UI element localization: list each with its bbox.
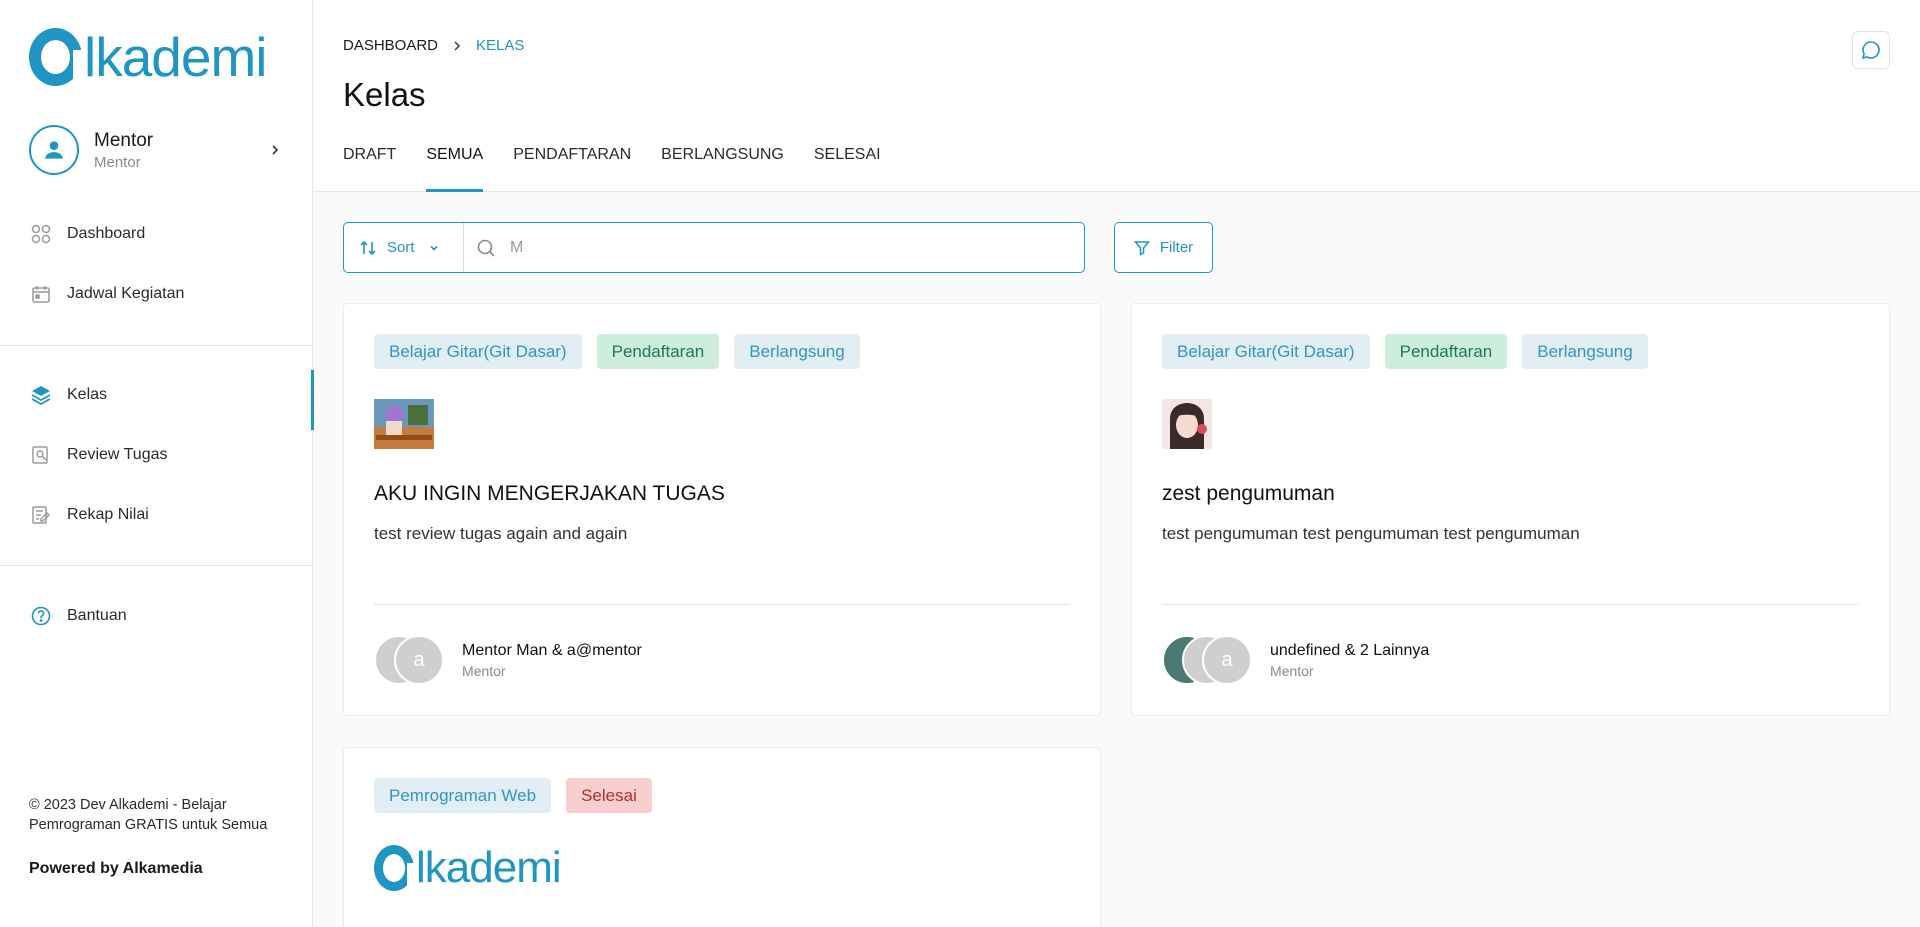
filter-button[interactable]: Filter [1114, 222, 1213, 273]
card-divider [1162, 604, 1859, 605]
sort-button[interactable]: Sort [344, 223, 464, 272]
sidebar-item-review-tugas[interactable]: Review Tugas [0, 435, 313, 475]
sidebar-item-rekap-nilai[interactable]: Rekap Nilai [0, 495, 313, 535]
calendar-icon [30, 283, 52, 305]
sidebar-divider [0, 565, 313, 566]
tab-berlangsung[interactable]: BERLANGSUNG [661, 146, 784, 192]
edit-note-icon [30, 504, 52, 526]
search-sort-group: Sort [343, 222, 1085, 273]
sidebar-divider [0, 345, 313, 346]
class-description: test review tugas again and again [374, 524, 628, 543]
tag-status: Berlangsung [1522, 334, 1648, 369]
sidebar-item-label: Rekap Nilai [67, 506, 149, 523]
class-thumbnail-logo: lkademi [374, 843, 562, 892]
mentor-names: Mentor Man & a@mentor [462, 641, 642, 659]
class-card[interactable]: Pemrograman Web Selesai lkademi [343, 747, 1101, 927]
footer-powered-by: Powered by Alkamedia [29, 860, 203, 877]
review-icon [30, 444, 52, 466]
chevron-right-icon [265, 140, 285, 160]
sidebar-item-label: Dashboard [67, 225, 146, 242]
layers-icon [30, 384, 52, 406]
tag-list: Pemrograman Web Selesai [374, 778, 667, 813]
mentor-info: a undefined & 2 Lainnya Mentor [1162, 635, 1429, 685]
page-title: Kelas [343, 76, 426, 113]
chevron-right-icon [452, 41, 462, 51]
logo-mark [374, 845, 415, 891]
footer-copyright: © 2023 Dev Alkademi - Belajar Pemrograma… [29, 797, 268, 833]
help-icon [30, 605, 52, 627]
filter-icon [1133, 240, 1150, 256]
tab-bar: DRAFT SEMUA PENDAFTARAN BERLANGSUNG SELE… [343, 146, 911, 192]
logo-text: lkademi [416, 843, 562, 892]
mentor-role: Mentor [1270, 662, 1314, 679]
sidebar-item-label: Kelas [67, 386, 108, 403]
alkademi-logo[interactable]: lkademi [29, 26, 268, 88]
tag-list: Belajar Gitar(Git Dasar) Pendaftaran Ber… [1162, 334, 1663, 369]
tag-status: Pendaftaran [1384, 334, 1508, 369]
class-title: AKU INGIN MENGERJAKAN TUGAS [374, 482, 725, 505]
profile-menu[interactable]: Mentor Mentor [29, 124, 285, 176]
mentor-avatar: a [1202, 635, 1252, 685]
sidebar-item-dashboard[interactable]: Dashboard [0, 214, 313, 254]
class-card[interactable]: Belajar Gitar(Git Dasar) Pendaftaran Ber… [343, 303, 1101, 716]
sort-icon [360, 240, 376, 255]
filter-label: Filter [1159, 239, 1194, 256]
sidebar-item-bantuan[interactable]: Bantuan [0, 596, 313, 636]
class-description: test pengumuman test pengumuman test pen… [1162, 524, 1580, 543]
logo-mark [29, 28, 83, 86]
mentor-names: undefined & 2 Lainnya [1270, 641, 1430, 659]
user-avatar-icon [29, 125, 79, 175]
tag-status: Pendaftaran [596, 334, 720, 369]
tab-draft[interactable]: DRAFT [343, 146, 396, 192]
profile-role: Mentor [94, 153, 141, 171]
sidebar: lkademi Mentor Mentor Dashboard Jadwal K… [0, 0, 314, 927]
tag-status: Selesai [566, 778, 652, 813]
page-header: DASHBOARD KELAS Kelas DRAFT SEMUA PENDAF… [314, 0, 1920, 192]
sidebar-item-label: Review Tugas [67, 446, 168, 463]
tab-semua[interactable]: SEMUA [426, 146, 483, 192]
tag-course: Belajar Gitar(Git Dasar) [374, 334, 582, 369]
search-input[interactable] [510, 238, 1084, 257]
chat-icon [1861, 41, 1880, 60]
chat-button[interactable] [1852, 31, 1890, 69]
breadcrumb-kelas: KELAS [476, 37, 525, 54]
dashboard-icon [30, 223, 52, 245]
class-title: zest pengumuman [1162, 482, 1335, 505]
breadcrumb-dashboard[interactable]: DASHBOARD [343, 37, 438, 54]
breadcrumb: DASHBOARD KELAS [343, 37, 524, 54]
tab-selesai[interactable]: SELESAI [814, 146, 881, 192]
sort-label: Sort [387, 239, 415, 256]
profile-name: Mentor [94, 129, 154, 151]
sidebar-item-label: Jadwal Kegiatan [67, 285, 185, 302]
mentor-info: a Mentor Man & a@mentor Mentor [374, 635, 642, 685]
tab-pendaftaran[interactable]: PENDAFTARAN [513, 146, 631, 192]
tag-course: Belajar Gitar(Git Dasar) [1162, 334, 1370, 369]
tag-status: Berlangsung [734, 334, 860, 369]
sidebar-item-jadwal[interactable]: Jadwal Kegiatan [0, 274, 313, 314]
sidebar-item-kelas[interactable]: Kelas [0, 370, 314, 430]
tag-list: Belajar Gitar(Git Dasar) Pendaftaran Ber… [374, 334, 875, 369]
logo-text: lkademi [84, 26, 268, 88]
chevron-down-icon [429, 245, 438, 251]
search-icon [476, 238, 496, 258]
mentor-avatar: a [394, 635, 444, 685]
tag-course: Pemrograman Web [374, 778, 552, 813]
mentor-role: Mentor [462, 662, 506, 679]
class-card[interactable]: Belajar Gitar(Git Dasar) Pendaftaran Ber… [1131, 303, 1890, 716]
card-divider [374, 604, 1070, 605]
class-thumbnail [1162, 399, 1212, 449]
class-thumbnail [374, 399, 434, 449]
sidebar-item-label: Bantuan [67, 607, 127, 624]
